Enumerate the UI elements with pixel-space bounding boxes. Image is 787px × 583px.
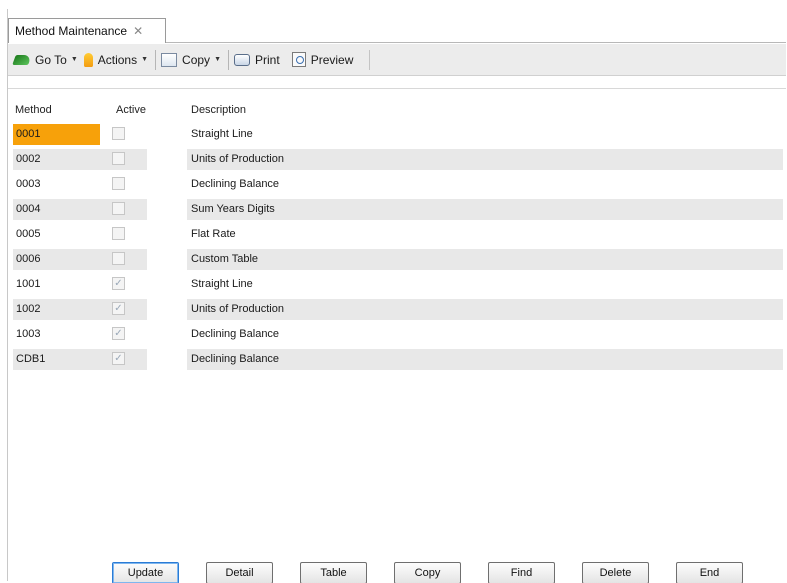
copy-menu-button[interactable]: Copy ▼ <box>161 52 221 67</box>
method-code: 0005 <box>16 228 41 240</box>
goto-menu-button[interactable]: Go To ▼ <box>12 52 78 67</box>
table-row[interactable]: 0006 Custom Table <box>13 249 783 270</box>
method-description: Declining Balance <box>191 353 280 365</box>
column-header-method[interactable]: Method <box>15 104 52 116</box>
toolbar: Go To ▼ Actions ▼ Copy ▼ Print Preview <box>8 44 786 76</box>
method-code: 1002 <box>16 303 41 315</box>
active-checkbox[interactable]: ✓ <box>112 302 125 315</box>
delete-button[interactable]: Delete <box>582 562 649 583</box>
print-label: Print <box>255 52 280 67</box>
copy-icon <box>161 52 178 67</box>
table-row[interactable]: 0001 Straight Line <box>13 124 783 145</box>
toolbar-separator <box>155 49 157 70</box>
preview-icon <box>291 52 306 67</box>
actions-menu-button[interactable]: Actions ▼ <box>83 52 149 67</box>
method-code: 1003 <box>16 328 41 340</box>
chevron-down-icon: ▼ <box>141 56 149 63</box>
find-button[interactable]: Find <box>488 562 555 583</box>
description-cell[interactable] <box>187 249 783 270</box>
method-code: 0003 <box>16 178 41 190</box>
description-cell[interactable] <box>187 274 783 295</box>
active-checkbox[interactable]: ✓ <box>112 327 125 340</box>
divider <box>8 88 786 89</box>
column-header-active[interactable]: Active <box>116 104 146 116</box>
active-checkbox[interactable] <box>112 202 125 215</box>
print-button[interactable]: Print <box>234 53 280 67</box>
method-code: 0004 <box>16 203 41 215</box>
table-row[interactable]: 0003 Declining Balance <box>13 174 783 195</box>
tab-method-maintenance[interactable]: Method Maintenance ✕ <box>8 18 166 43</box>
method-description: Sum Years Digits <box>191 203 275 215</box>
end-button[interactable]: End <box>676 562 743 583</box>
method-description: Units of Production <box>191 153 284 165</box>
method-description: Straight Line <box>191 278 253 290</box>
actions-label: Actions <box>97 52 138 67</box>
method-code: 0002 <box>16 153 41 165</box>
tab-strip: Method Maintenance ✕ <box>8 9 786 43</box>
table-row[interactable]: CDB1 ✓ Declining Balance <box>13 349 783 370</box>
goto-label: Go To <box>35 52 67 67</box>
table-row[interactable]: 1002 ✓ Units of Production <box>13 299 783 320</box>
method-description: Units of Production <box>191 303 284 315</box>
button-bar: Update Detail Table Copy Find Delete End <box>112 562 743 583</box>
active-checkbox[interactable]: ✓ <box>112 352 125 365</box>
description-cell[interactable] <box>187 124 783 145</box>
active-checkbox[interactable] <box>112 127 125 140</box>
toolbar-separator <box>228 49 229 70</box>
active-checkbox[interactable] <box>112 252 125 265</box>
method-code: CDB1 <box>16 353 46 365</box>
preview-button[interactable]: Preview <box>291 52 354 67</box>
chevron-down-icon: ▼ <box>70 56 78 63</box>
table-row[interactable]: 1003 ✓ Declining Balance <box>13 324 783 345</box>
active-checkbox[interactable]: ✓ <box>112 277 125 290</box>
method-code: 0006 <box>16 253 41 265</box>
active-checkbox[interactable] <box>112 177 125 190</box>
tab-title: Method Maintenance <box>15 24 128 38</box>
toolbar-separator <box>369 49 371 70</box>
printer-icon <box>234 53 250 66</box>
method-description: Straight Line <box>191 128 253 140</box>
close-icon[interactable]: ✕ <box>133 24 143 38</box>
table-button[interactable]: Table <box>300 562 367 583</box>
method-description: Custom Table <box>191 253 259 265</box>
method-description: Declining Balance <box>191 328 280 340</box>
method-description: Declining Balance <box>191 178 280 190</box>
active-checkbox[interactable] <box>112 152 125 165</box>
update-button[interactable]: Update <box>112 562 179 583</box>
detail-button[interactable]: Detail <box>206 562 273 583</box>
method-code: 1001 <box>16 278 41 290</box>
goto-arrow-icon <box>12 54 32 65</box>
active-checkbox[interactable] <box>112 227 125 240</box>
chevron-down-icon: ▼ <box>214 56 221 63</box>
copy-label: Copy <box>182 52 211 67</box>
description-cell[interactable] <box>187 199 783 220</box>
column-header-description[interactable]: Description <box>191 104 246 116</box>
lightbulb-icon <box>83 52 93 67</box>
method-description: Flat Rate <box>191 228 236 240</box>
table-row[interactable]: 0002 Units of Production <box>13 149 783 170</box>
copy-button[interactable]: Copy <box>394 562 461 583</box>
table-row[interactable]: 1001 ✓ Straight Line <box>13 274 783 295</box>
table-row[interactable]: 0005 Flat Rate <box>13 224 783 245</box>
method-maintenance-window: Method Maintenance ✕ Go To ▼ Actions ▼ C… <box>7 9 786 583</box>
method-code: 0001 <box>16 128 41 140</box>
preview-label: Preview <box>310 52 354 67</box>
table-row[interactable]: 0004 Sum Years Digits <box>13 199 783 220</box>
description-cell[interactable] <box>187 224 783 245</box>
